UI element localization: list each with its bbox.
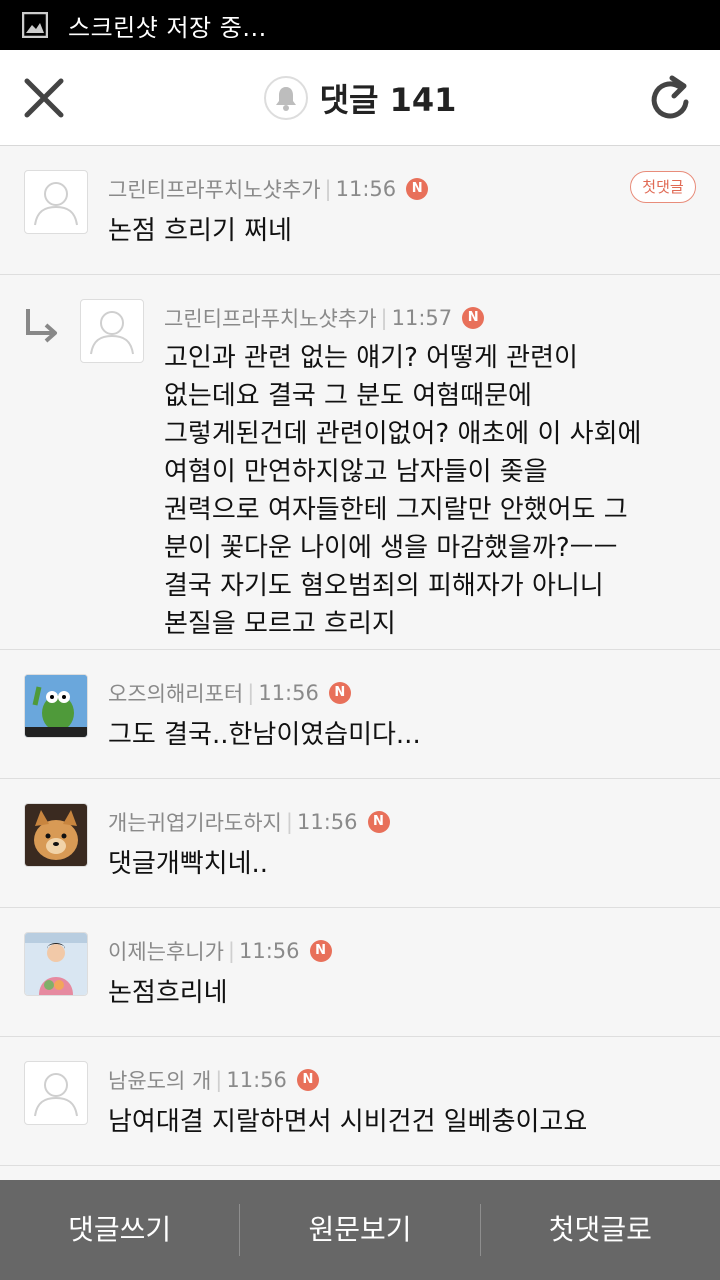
comment-author[interactable]: 개는귀엽기라도하지 — [108, 807, 282, 837]
comment-meta: 남윤도의 개 | 11:56 N — [108, 1065, 319, 1095]
comment-item: 오즈의해리포터 | 11:56 N 그도 결국..한남이였습미다... — [0, 650, 720, 779]
person-avatar-icon — [25, 933, 87, 995]
view-original-button[interactable]: 원문보기 — [240, 1180, 479, 1280]
new-badge: N — [367, 811, 390, 833]
comment-meta: 이제는후니가 | 11:56 N — [108, 936, 332, 966]
dog-avatar-icon — [25, 804, 87, 866]
comment-author[interactable]: 남윤도의 개 — [108, 1065, 211, 1095]
comment-item: 그린티프라푸치노샷추가 | 11:56 N 첫댓글 논점 흐리기 쩌네 — [0, 146, 720, 275]
comment-item: 남윤도의 개 | 11:56 N 남여대결 지랄하면서 시비건건 일베충이고요 — [0, 1037, 720, 1166]
comment-text: 그도 결국..한남이였습미다... — [108, 720, 421, 750]
page-title: 댓글 141 — [319, 80, 457, 119]
meta-divider: | — [227, 939, 235, 963]
header: 댓글 141 — [0, 50, 720, 146]
comment-time: 11:56 — [239, 939, 300, 963]
comment-author[interactable]: 그린티프라푸치노샷추가 — [108, 174, 321, 204]
bell-button[interactable] — [263, 75, 308, 120]
avatar[interactable] — [24, 1061, 88, 1125]
comment-text: 고인과 관련 없는 얘기? 어떻게 관련이 없는데요 결국 그 분도 여혐때문에… — [164, 343, 642, 639]
meta-divider: | — [324, 177, 332, 201]
first-comment-badge: 첫댓글 — [630, 171, 696, 203]
refresh-icon[interactable] — [648, 74, 694, 122]
status-text: 스크린샷 저장 중... — [68, 13, 267, 42]
avatar[interactable] — [24, 674, 88, 738]
comment-text: 댓글개빡치네.. — [108, 849, 269, 879]
write-comment-button[interactable]: 댓글쓰기 — [0, 1180, 239, 1280]
meta-divider: | — [247, 681, 255, 705]
status-bar: 스크린샷 저장 중... — [0, 0, 720, 50]
comment-time: 11:57 — [391, 306, 453, 330]
comment-author[interactable]: 그린티프라푸치노샷추가 — [164, 303, 377, 333]
comment-author[interactable]: 이제는후니가 — [108, 936, 224, 966]
default-avatar-icon — [34, 1073, 78, 1117]
comment-time: 11:56 — [296, 810, 358, 834]
meta-divider: | — [285, 810, 293, 834]
comment-time: 11:56 — [258, 681, 319, 705]
go-first-comment-button[interactable]: 첫댓글로 — [481, 1180, 720, 1280]
comment-author[interactable]: 오즈의해리포터 — [108, 678, 243, 708]
avatar[interactable] — [80, 299, 144, 363]
comment-text: 논점 흐리기 쩌네 — [108, 216, 292, 246]
comment-text: 남여대결 지랄하면서 시비건건 일베충이고요 — [108, 1107, 588, 1137]
default-avatar-icon — [90, 311, 134, 355]
comment-meta: 오즈의해리포터 | 11:56 N — [108, 678, 351, 708]
new-badge: N — [406, 178, 429, 200]
bottom-bar: 댓글쓰기 원문보기 첫댓글로 — [0, 1180, 720, 1280]
screenshot-icon — [22, 12, 48, 38]
avatar[interactable] — [24, 803, 88, 867]
comment-meta: 개는귀엽기라도하지 | 11:56 N — [108, 807, 390, 837]
comment-item: 개는귀엽기라도하지 | 11:56 N 댓글개빡치네.. — [0, 779, 720, 908]
meta-divider: | — [380, 306, 388, 330]
avatar[interactable] — [24, 932, 88, 996]
new-badge: N — [309, 940, 332, 962]
comment-meta: 그린티프라푸치노샷추가 | 11:56 N — [108, 174, 429, 204]
comment-text: 논점흐리네 — [108, 978, 228, 1008]
default-avatar-icon — [34, 182, 78, 226]
comment-time: 11:56 — [226, 1068, 287, 1092]
new-badge: N — [328, 682, 351, 704]
bell-icon — [275, 86, 296, 111]
comment-item: 이제는후니가 | 11:56 N 논점흐리네 — [0, 908, 720, 1037]
avatar[interactable] — [24, 170, 88, 234]
header-center: 댓글 141 — [0, 50, 720, 145]
meta-divider: | — [215, 1068, 223, 1092]
comment-meta: 그린티프라푸치노샷추가 | 11:57 N — [164, 303, 485, 333]
reply-arrow-icon — [26, 309, 57, 343]
comment-time: 11:56 — [335, 177, 397, 201]
new-badge: N — [462, 307, 485, 329]
frog-avatar-icon — [25, 675, 87, 737]
new-badge: N — [296, 1069, 319, 1091]
reply-item: 그린티프라푸치노샷추가 | 11:57 N 고인과 관련 없는 얘기? 어떻게 … — [0, 275, 720, 650]
